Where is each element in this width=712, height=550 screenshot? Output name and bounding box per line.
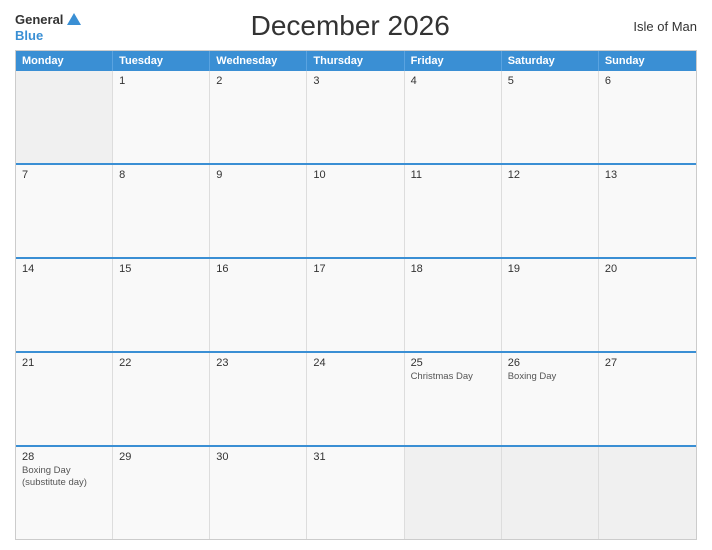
calendar-cell: 20 — [599, 259, 696, 351]
day-number: 24 — [313, 357, 397, 369]
col-tuesday: Tuesday — [113, 51, 210, 71]
day-number: 3 — [313, 75, 397, 87]
calendar-cell: 8 — [113, 165, 210, 257]
day-number: 7 — [22, 169, 106, 181]
holiday-label: Boxing Day — [508, 371, 592, 383]
calendar-cell: 26 Boxing Day — [502, 353, 599, 445]
day-number: 21 — [22, 357, 106, 369]
calendar-cell: 29 — [113, 447, 210, 539]
header: General Blue December 2026 Isle of Man — [15, 10, 697, 42]
calendar-cell: 25 Christmas Day — [405, 353, 502, 445]
day-number: 29 — [119, 451, 203, 463]
calendar: Monday Tuesday Wednesday Thursday Friday… — [15, 50, 697, 540]
day-number: 26 — [508, 357, 592, 369]
calendar-cell: 6 — [599, 71, 696, 163]
day-number: 22 — [119, 357, 203, 369]
calendar-cell: 14 — [16, 259, 113, 351]
day-number: 6 — [605, 75, 690, 87]
calendar-cell: 1 — [113, 71, 210, 163]
calendar-cell: 31 — [307, 447, 404, 539]
day-number: 16 — [216, 263, 300, 275]
calendar-title: December 2026 — [83, 10, 617, 42]
col-monday: Monday — [16, 51, 113, 71]
day-number: 10 — [313, 169, 397, 181]
logo: General Blue — [15, 11, 83, 42]
calendar-cell: 18 — [405, 259, 502, 351]
calendar-week-4: 21 22 23 24 25 Christmas Day 26 Boxing Day 27 — [16, 353, 696, 447]
day-number: 30 — [216, 451, 300, 463]
calendar-cell: 15 — [113, 259, 210, 351]
day-number: 31 — [313, 451, 397, 463]
day-number: 8 — [119, 169, 203, 181]
day-number: 17 — [313, 263, 397, 275]
calendar-week-1: 1 2 3 4 5 6 — [16, 71, 696, 165]
calendar-cell — [16, 71, 113, 163]
calendar-cell — [502, 447, 599, 539]
day-number: 2 — [216, 75, 300, 87]
day-number: 4 — [411, 75, 495, 87]
calendar-cell: 11 — [405, 165, 502, 257]
calendar-cell: 24 — [307, 353, 404, 445]
day-number: 11 — [411, 169, 495, 181]
calendar-week-2: 7 8 9 10 11 12 13 — [16, 165, 696, 259]
calendar-cell: 2 — [210, 71, 307, 163]
calendar-cell: 16 — [210, 259, 307, 351]
calendar-cell: 19 — [502, 259, 599, 351]
page: General Blue December 2026 Isle of Man M… — [0, 0, 712, 550]
col-friday: Friday — [405, 51, 502, 71]
calendar-cell: 4 — [405, 71, 502, 163]
calendar-cell: 7 — [16, 165, 113, 257]
logo-icon — [65, 11, 83, 29]
col-saturday: Saturday — [502, 51, 599, 71]
holiday-label: Boxing Day (substitute day) — [22, 465, 106, 490]
logo-blue: Blue — [15, 29, 43, 42]
calendar-cell — [405, 447, 502, 539]
day-number: 13 — [605, 169, 690, 181]
calendar-cell: 10 — [307, 165, 404, 257]
calendar-cell: 3 — [307, 71, 404, 163]
col-wednesday: Wednesday — [210, 51, 307, 71]
logo-general: General — [15, 13, 63, 26]
calendar-cell: 12 — [502, 165, 599, 257]
day-number: 23 — [216, 357, 300, 369]
day-number: 28 — [22, 451, 106, 463]
calendar-cell: 28 Boxing Day (substitute day) — [16, 447, 113, 539]
calendar-cell: 13 — [599, 165, 696, 257]
calendar-body: 1234567891011121314151617181920212223242… — [16, 71, 696, 539]
calendar-cell: 9 — [210, 165, 307, 257]
day-number: 25 — [411, 357, 495, 369]
day-number: 12 — [508, 169, 592, 181]
calendar-cell — [599, 447, 696, 539]
calendar-cell: 17 — [307, 259, 404, 351]
day-number: 1 — [119, 75, 203, 87]
day-number: 27 — [605, 357, 690, 369]
holiday-label: Christmas Day — [411, 371, 495, 383]
calendar-week-5: 28 Boxing Day (substitute day) 29 30 31 — [16, 447, 696, 539]
region-label: Isle of Man — [617, 19, 697, 34]
day-number: 9 — [216, 169, 300, 181]
col-thursday: Thursday — [307, 51, 404, 71]
calendar-cell: 22 — [113, 353, 210, 445]
calendar-cell: 30 — [210, 447, 307, 539]
calendar-cell: 5 — [502, 71, 599, 163]
day-number: 5 — [508, 75, 592, 87]
col-sunday: Sunday — [599, 51, 696, 71]
day-number: 19 — [508, 263, 592, 275]
day-number: 14 — [22, 263, 106, 275]
calendar-cell: 23 — [210, 353, 307, 445]
calendar-cell: 21 — [16, 353, 113, 445]
calendar-week-3: 14 15 16 17 18 19 20 — [16, 259, 696, 353]
day-number: 15 — [119, 263, 203, 275]
day-number: 18 — [411, 263, 495, 275]
calendar-header-row: Monday Tuesday Wednesday Thursday Friday… — [16, 51, 696, 71]
day-number: 20 — [605, 263, 690, 275]
calendar-cell: 27 — [599, 353, 696, 445]
